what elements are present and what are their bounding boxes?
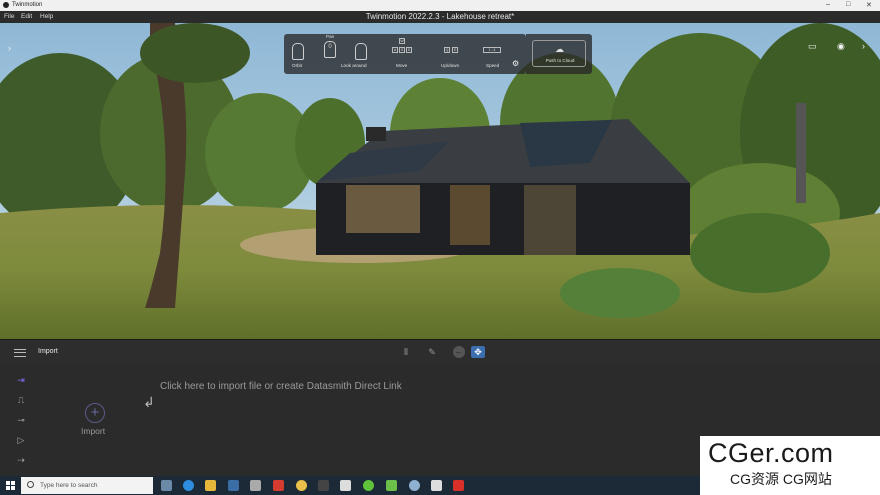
expand-left-icon[interactable]: › [8, 44, 11, 53]
twinmotion-window: Twinmotion – □ ✕ File Edit Help Twinmoti… [0, 0, 880, 495]
key-q-icon: Q [444, 47, 450, 53]
push-to-cloud-label: Push to Cloud [545, 58, 575, 63]
chrome-icon[interactable] [296, 480, 307, 491]
twinmotion-taskbar-icon[interactable] [340, 480, 351, 491]
title-bar: Twinmotion – □ ✕ [0, 0, 880, 11]
taskbar: Type here to search [0, 476, 700, 495]
watermark: CGer.com CG资源 CG网站 [700, 436, 880, 495]
move-tool-icon[interactable]: ✥ [471, 346, 485, 358]
document-title: Twinmotion 2022.2.3 - Lakehouse retreat* [365, 12, 515, 21]
export-side-icon[interactable]: ⇢ [13, 455, 29, 465]
view-eye-icon[interactable]: ◉ [837, 42, 845, 51]
task-view-icon[interactable] [161, 480, 172, 491]
nav-settings-gear-icon[interactable]: ⚙ [512, 59, 519, 68]
import-button-label[interactable]: Import [81, 426, 105, 436]
key-e-icon: E [452, 47, 458, 53]
pan-mouse-icon: 0 [324, 41, 336, 58]
app-dark-icon[interactable] [318, 480, 329, 491]
navigation-panel: Orbit Pan 0 Look around W A S D Move Q E… [284, 34, 526, 74]
watermark-main: CGer.com [708, 438, 834, 468]
path-side-icon[interactable]: ⊸ [13, 415, 29, 425]
nav-speed-label: Speed [486, 63, 500, 68]
app-generic-icon[interactable] [250, 480, 261, 491]
app-lime-icon[interactable] [386, 480, 397, 491]
steam-icon[interactable] [228, 480, 239, 491]
edge-browser-icon[interactable] [183, 480, 194, 491]
nav-up-down-label: Up/down [441, 63, 460, 68]
search-placeholder: Type here to search [40, 482, 98, 489]
key-s-icon: S [399, 47, 405, 53]
import-add-icon[interactable]: + [85, 403, 105, 423]
twinmotion-taskbar-icon-2[interactable] [431, 480, 442, 491]
nav-orbit-label: Orbit [292, 63, 302, 68]
close-button[interactable]: ✕ [866, 1, 872, 9]
app-green-icon[interactable] [363, 480, 374, 491]
import-side-icon[interactable]: ⇥ [13, 375, 29, 385]
menu-bar: File Edit Help Twinmotion 2022.2.3 - Lak… [0, 11, 880, 23]
curved-arrow-icon: ↲ [143, 394, 155, 410]
pencil-icon[interactable]: ✎ [426, 346, 438, 358]
cloud-upload-icon: ☁ [555, 44, 564, 54]
watermark-sub: CG资源 CG网站 [730, 471, 832, 487]
windows-start-icon[interactable] [6, 481, 15, 490]
nav-move-label: Move [396, 63, 408, 68]
look-around-mouse-icon [355, 43, 367, 60]
key-a-icon: A [392, 47, 398, 53]
key-d-icon: D [406, 47, 412, 53]
grid-lines-icon[interactable]: ⦀ [400, 346, 412, 358]
nav-look-around-label: Look around [341, 63, 367, 68]
push-to-cloud-button[interactable]: ☁ Push to Cloud [532, 40, 586, 67]
twinmotion-logo-icon [3, 2, 9, 8]
speed-keys-icon: 1 - 4 [483, 47, 501, 53]
media-side-icon[interactable]: ▷ [13, 435, 29, 445]
bottom-toolbar: Import ⦀ ✎ ← ✥ [0, 339, 880, 364]
orbit-mouse-icon [292, 43, 304, 60]
app-active-red-icon[interactable] [453, 480, 464, 491]
expand-right-icon[interactable]: › [862, 42, 865, 51]
app-blue-icon[interactable] [409, 480, 420, 491]
key-w-icon: W [399, 38, 405, 44]
menu-hamburger-icon[interactable] [14, 349, 26, 357]
file-explorer-icon[interactable] [205, 480, 216, 491]
app-name: Twinmotion [12, 2, 43, 8]
app-red-icon[interactable] [273, 480, 284, 491]
panel-toggle-icon[interactable]: ▭ [808, 42, 817, 51]
nav-pan-label: Pan [326, 34, 335, 39]
section-title: Import [38, 348, 58, 355]
back-arrow-icon[interactable]: ← [453, 346, 465, 358]
minimize-button[interactable]: – [826, 1, 830, 8]
import-hint-text[interactable]: Click here to import file or create Data… [160, 381, 402, 392]
search-icon [27, 481, 34, 488]
context-side-icon[interactable]: ⎍ [13, 395, 29, 405]
maximize-button[interactable]: □ [846, 1, 850, 8]
taskbar-search-input[interactable]: Type here to search [21, 477, 153, 494]
